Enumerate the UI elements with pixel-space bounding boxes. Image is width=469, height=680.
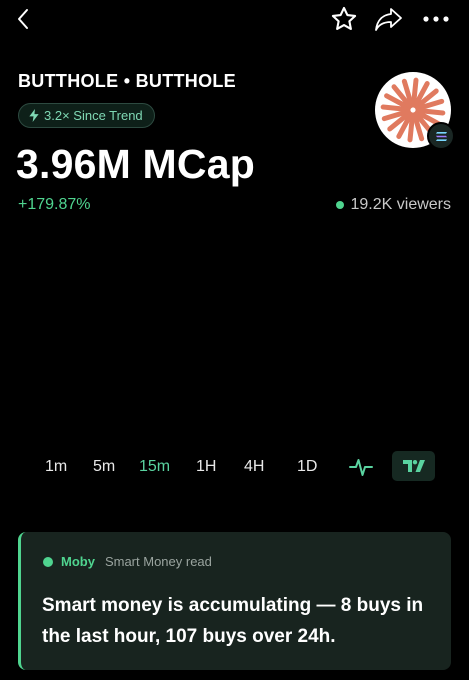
chevron-left-icon [18, 9, 28, 29]
timeframe-1d[interactable]: 1D [297, 458, 317, 476]
smart-money-card[interactable]: Moby Smart Money read Smart money is acc… [18, 532, 451, 670]
trend-badge[interactable]: 3.2× Since Trend [18, 103, 155, 128]
timeframe-1h[interactable]: 1H [196, 458, 216, 476]
market-cap: 3.96M MCap [16, 141, 255, 187]
status-dot [43, 556, 53, 567]
top-bar [0, 0, 469, 40]
pulse-icon [349, 459, 373, 476]
price-change: +179.87% [18, 196, 91, 213]
card-header: Moby Smart Money read [43, 554, 212, 569]
lightning-icon [29, 109, 39, 122]
more-button[interactable] [420, 4, 452, 34]
timeframe-5m[interactable]: 5m [93, 458, 115, 476]
share-button[interactable] [371, 2, 407, 36]
tradingview-icon [402, 460, 425, 472]
card-source: Moby [61, 554, 95, 569]
token-name: BUTTHOLE • BUTTHOLE [18, 71, 236, 91]
viewer-count-label: 19.2K viewers [350, 196, 452, 213]
price-chart-area[interactable] [0, 228, 469, 443]
timeframe-1m[interactable]: 1m [45, 458, 67, 476]
live-dot [335, 201, 344, 209]
timeframe-15m[interactable]: 15m [139, 458, 170, 476]
chain-badge [427, 122, 455, 150]
tradingview-button[interactable] [392, 451, 435, 481]
timeframe-4h[interactable]: 4H [244, 458, 264, 476]
solana-icon [435, 131, 447, 141]
more-horizontal-icon [423, 16, 449, 22]
line-chart-toggle[interactable] [349, 455, 373, 479]
star-icon [331, 6, 357, 30]
viewer-count: 19.2K viewers [335, 196, 452, 214]
share-icon [375, 8, 402, 31]
card-tag: Smart Money read [104, 554, 212, 569]
back-button[interactable] [10, 4, 36, 34]
favorite-button[interactable] [327, 2, 361, 36]
card-message: Smart money is accumulating — 8 buys in … [42, 595, 424, 647]
trend-badge-label: 3.2× Since Trend [44, 108, 143, 123]
